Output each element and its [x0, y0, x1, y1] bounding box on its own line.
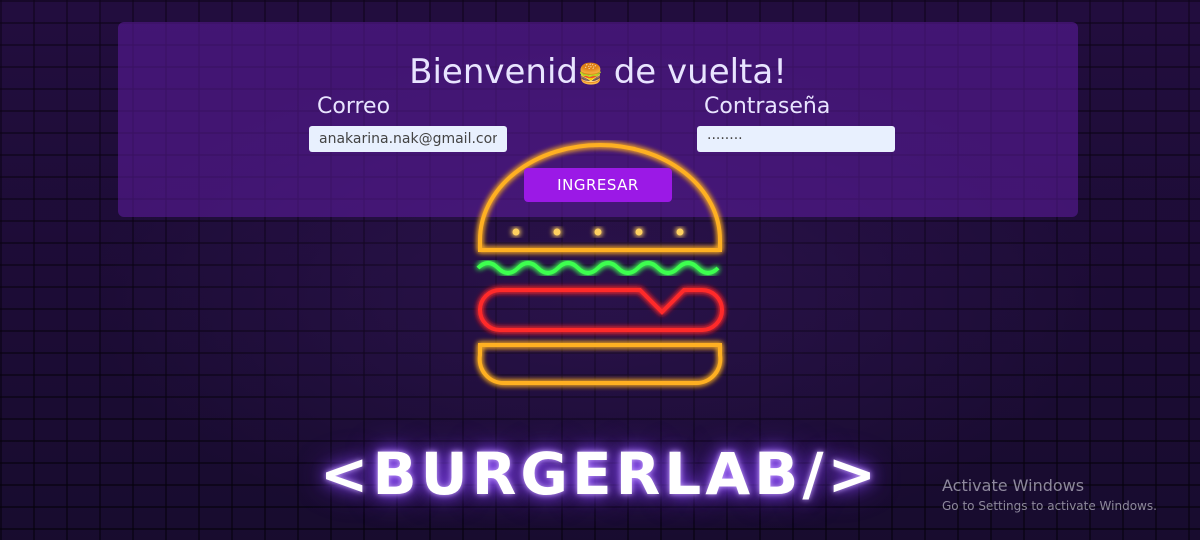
email-label: Correo — [317, 94, 391, 119]
password-label: Contraseña — [704, 94, 831, 119]
burger-emoji-icon: 🍔 — [578, 61, 603, 86]
welcome-title-end: de vuelta! — [602, 52, 787, 92]
welcome-title: Bienvenid🍔 de vuelta! — [118, 52, 1078, 92]
bottom-bun-shape — [477, 343, 723, 386]
activate-windows-subtitle: Go to Settings to activate Windows. — [942, 499, 1157, 513]
patty-shape — [478, 288, 724, 332]
login-button[interactable]: INGRESAR — [524, 168, 672, 202]
activate-windows-title: Activate Windows — [942, 476, 1085, 495]
lettuce-shape — [476, 261, 720, 275]
activate-windows-watermark: Activate Windows Go to Settings to activ… — [942, 476, 1157, 513]
welcome-title-start: Bienvenid — [409, 52, 578, 92]
sesame-seeds — [512, 228, 684, 236]
